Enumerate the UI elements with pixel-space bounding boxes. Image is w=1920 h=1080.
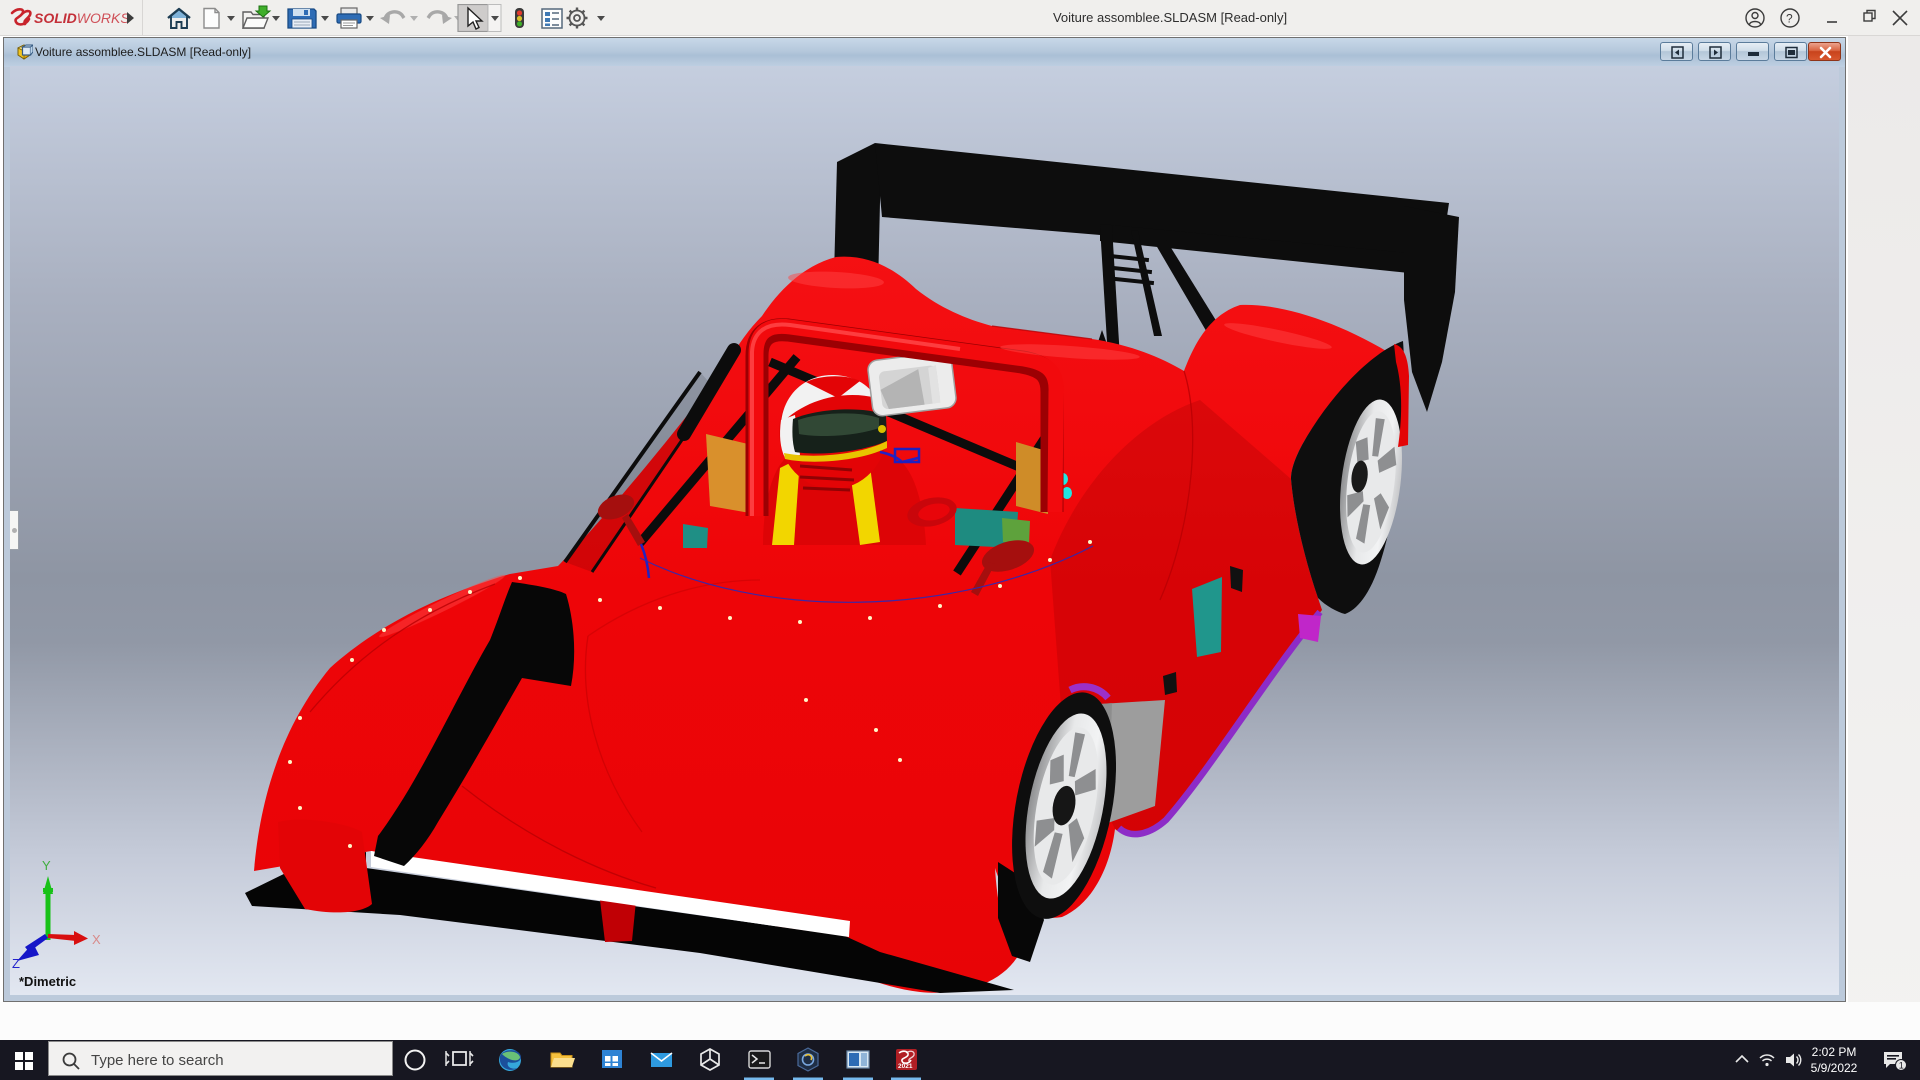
svg-text:Z: Z <box>12 956 20 971</box>
svg-text:SOLIDWORKS: SOLIDWORKS <box>34 10 130 26</box>
svg-text:?: ? <box>1786 12 1793 26</box>
svg-text:2021: 2021 <box>898 1063 913 1070</box>
svg-text:1: 1 <box>1899 1061 1904 1071</box>
svg-text:X: X <box>92 932 101 947</box>
svg-text:Y: Y <box>42 858 51 873</box>
